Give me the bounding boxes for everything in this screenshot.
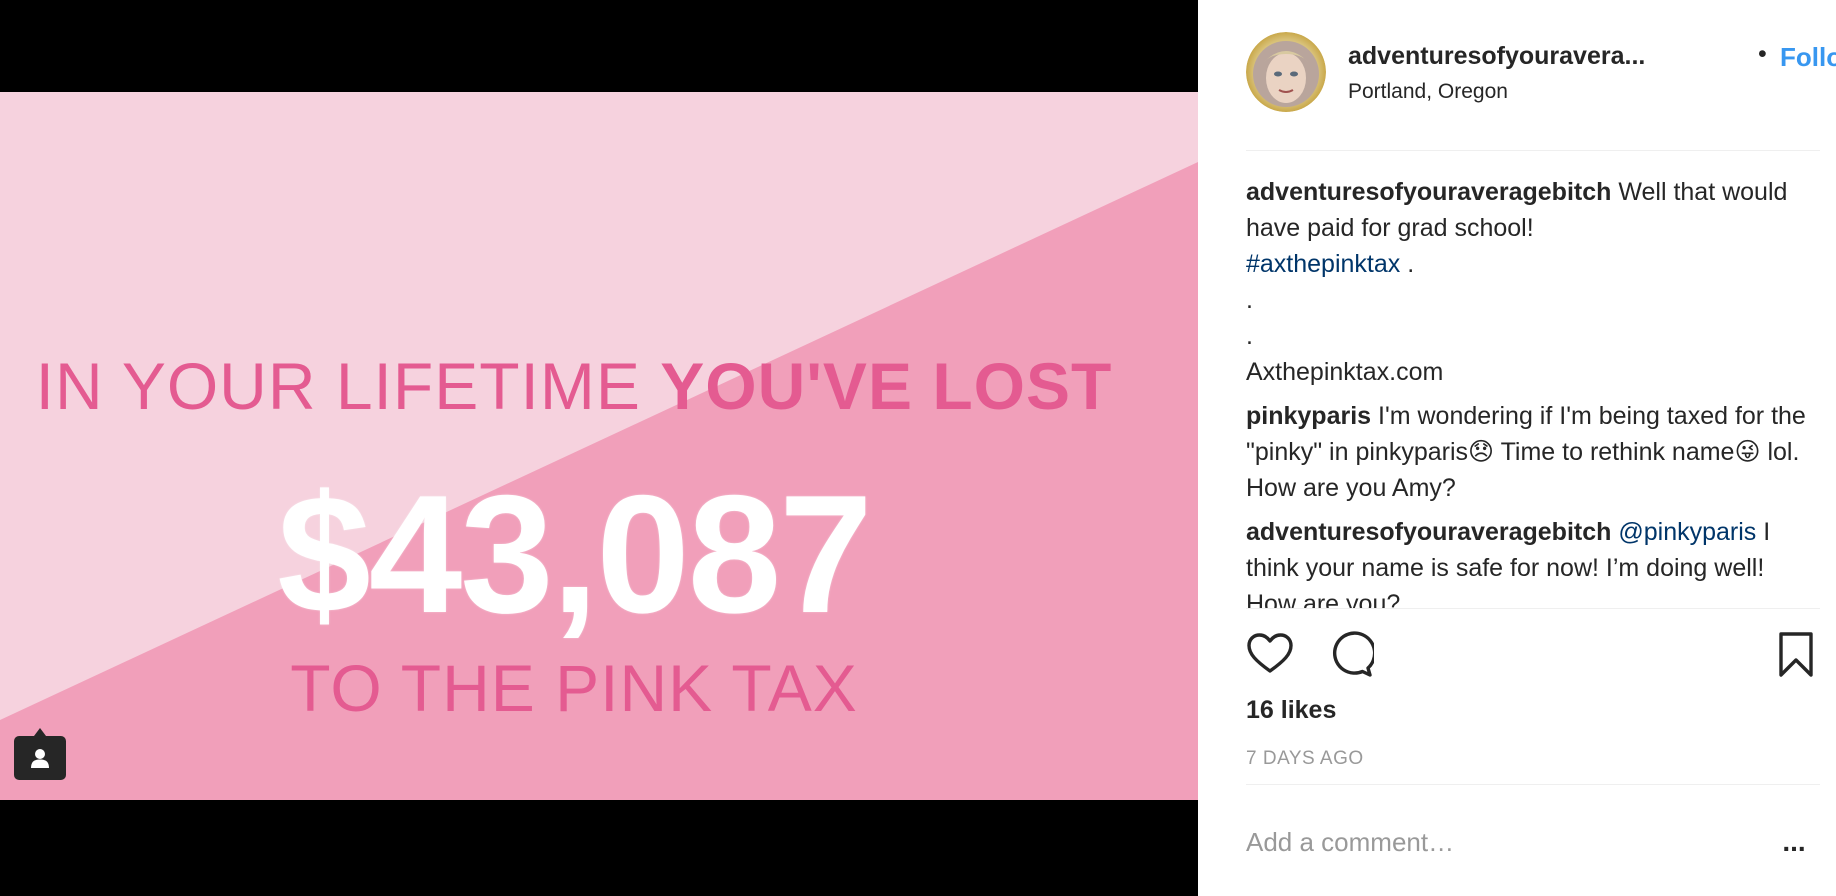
person-tag-icon <box>31 749 49 768</box>
hashtag-link[interactable]: #axthepinktax <box>1246 250 1400 278</box>
comment-box-divider <box>1246 784 1820 785</box>
post-actions <box>1246 630 1820 678</box>
header-divider <box>1246 150 1820 151</box>
comment-button[interactable] <box>1326 630 1377 678</box>
post-timestamp[interactable]: 7 DAYS AGO <box>1246 748 1364 770</box>
comment-username[interactable]: pinkyparis <box>1246 402 1371 430</box>
comments-list[interactable]: adventuresofyouraveragebitch Well that w… <box>1246 174 1820 608</box>
save-button[interactable] <box>1772 630 1820 678</box>
mention-link[interactable]: @pinkyparis <box>1611 518 1756 546</box>
list-item: adventuresofyouraveragebitch @pinkyparis… <box>1246 514 1820 608</box>
caption-line: Axthepinktax.com <box>1246 358 1444 386</box>
follow-button[interactable]: Follow <box>1780 42 1836 73</box>
image-amount: $43,087 <box>277 460 872 648</box>
post-location[interactable]: Portland, Oregon <box>1348 80 1508 104</box>
likes-count[interactable]: 16 likes <box>1246 696 1336 725</box>
comments-divider <box>1246 608 1820 609</box>
tagged-people-button[interactable] <box>14 728 66 780</box>
image-footline: TO THE PINK TAX <box>290 651 858 725</box>
comment-bubble-icon <box>1333 631 1377 677</box>
post-image[interactable]: IN YOUR LIFETIME YOU'VE LOST $43,087 TO … <box>0 92 1198 800</box>
caption-comment: adventuresofyouraveragebitch Well that w… <box>1246 174 1820 390</box>
list-item: pinkyparis I'm wondering if I'm being ta… <box>1246 398 1820 506</box>
like-button[interactable] <box>1246 630 1294 678</box>
comment-text: . <box>1400 250 1415 278</box>
comment-username[interactable]: adventuresofyouraveragebitch <box>1246 178 1611 206</box>
bookmark-icon <box>1779 632 1813 677</box>
post-media: IN YOUR LIFETIME YOU'VE LOST $43,087 TO … <box>0 0 1198 896</box>
heart-icon <box>1247 633 1293 673</box>
post-username[interactable]: adventuresofyouravera... <box>1348 42 1645 71</box>
caption-line: . <box>1246 322 1253 350</box>
disappointed-emoji: 😞 <box>1468 438 1495 466</box>
avatar-image <box>1246 32 1326 112</box>
headline-regular: IN YOUR LIFETIME <box>35 349 661 423</box>
comment-username[interactable]: adventuresofyouraveragebitch <box>1246 518 1611 546</box>
follow-separator: • <box>1758 40 1767 68</box>
more-options-button[interactable]: ... <box>1774 822 1814 862</box>
post-sidebar: adventuresofyouravera... • Follow Portla… <box>1198 0 1836 896</box>
post-header: adventuresofyouravera... • Follow Portla… <box>1246 30 1836 120</box>
add-comment-input[interactable] <box>1246 822 1746 862</box>
headline-bold: YOU'VE LOST <box>660 349 1113 423</box>
caption-line: . <box>1246 286 1253 314</box>
avatar[interactable] <box>1246 32 1326 112</box>
image-headline: IN YOUR LIFETIME YOU'VE LOST <box>0 348 1148 424</box>
winking-emoji: 😜 <box>1734 438 1761 466</box>
comment-text: Time to rethink name <box>1494 438 1735 466</box>
